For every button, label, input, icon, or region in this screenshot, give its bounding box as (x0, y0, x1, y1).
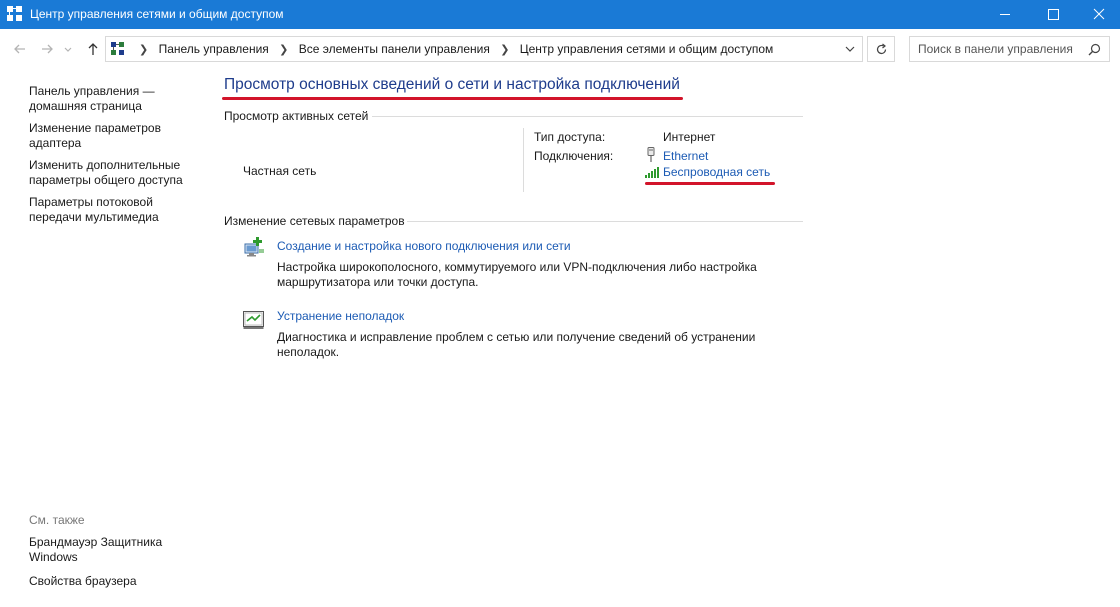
maximize-icon[interactable] (1030, 0, 1076, 29)
breadcrumb-separator-icon[interactable]: ❯ (279, 44, 288, 56)
breadcrumb-control-panel[interactable]: Панель управления (159, 42, 269, 56)
breadcrumb-network-center[interactable]: Центр управления сетями и общим доступом (520, 42, 774, 56)
troubleshoot-link[interactable]: Устранение неполадок (277, 309, 404, 323)
recent-chevron-down-icon[interactable] (62, 39, 74, 59)
search-icon[interactable] (1088, 43, 1101, 56)
sidebar-item-home[interactable]: Панель управления — домашняя страница (29, 84, 199, 114)
left-nav: Панель управления — домашняя страница Из… (29, 84, 199, 232)
vertical-divider (523, 128, 524, 192)
control-panel-icon (111, 42, 124, 55)
connections-label: Подключения: (534, 149, 614, 163)
title-bar: Центр управления сетями и общим доступом (0, 0, 1120, 29)
page-title: Просмотр основных сведений о сети и наст… (224, 76, 680, 93)
wireless-network-link[interactable]: Беспроводная сеть (663, 165, 770, 179)
active-networks-header: Просмотр активных сетей (224, 109, 369, 123)
forward-arrow-icon[interactable] (37, 39, 57, 59)
highlight-underline (222, 97, 683, 100)
chevron-down-icon[interactable] (844, 43, 856, 55)
new-connection-link[interactable]: Создание и настройка нового подключения … (277, 239, 571, 253)
access-type-label: Тип доступа: (534, 130, 606, 144)
minimize-icon[interactable] (982, 0, 1028, 29)
breadcrumb: ❯ Панель управления ❯ Все элементы панел… (132, 42, 773, 56)
highlight-underline (645, 182, 775, 185)
ethernet-icon (647, 147, 655, 162)
address-bar[interactable]: ❯ Панель управления ❯ Все элементы панел… (105, 36, 863, 62)
address-toolbar: ❯ Панель управления ❯ Все элементы панел… (0, 29, 1120, 71)
ethernet-link[interactable]: Ethernet (663, 149, 708, 163)
see-also-browser-properties[interactable]: Свойства браузера (29, 574, 199, 589)
refresh-icon (876, 43, 887, 55)
troubleshoot-icon (243, 311, 264, 329)
see-also-header: См. также (29, 513, 85, 527)
access-type-value: Интернет (663, 130, 716, 144)
sidebar-item-adapter-settings[interactable]: Изменение параметров адаптера (29, 121, 199, 151)
breadcrumb-separator-icon: ❯ (139, 44, 149, 56)
close-icon[interactable] (1076, 0, 1120, 29)
breadcrumb-separator-icon[interactable]: ❯ (500, 44, 509, 56)
refresh-button[interactable] (867, 36, 895, 62)
troubleshoot-description: Диагностика и исправление проблем с сеть… (277, 330, 756, 359)
back-arrow-icon[interactable] (10, 39, 30, 59)
sidebar-item-sharing-settings[interactable]: Изменить дополнительные параметры общего… (29, 158, 199, 188)
wifi-signal-icon (645, 167, 659, 178)
up-arrow-icon[interactable] (83, 39, 103, 59)
section-divider (372, 116, 803, 117)
see-also-firewall[interactable]: Брандмауэр Защитника Windows (29, 535, 199, 565)
new-connection-icon (244, 237, 264, 257)
see-also: См. также Брандмауэр Защитника Windows С… (29, 513, 199, 598)
network-center-icon (7, 6, 22, 21)
network-name: Частная сеть (243, 164, 317, 178)
search-input[interactable] (918, 41, 1078, 57)
change-settings-header: Изменение сетевых параметров (224, 214, 405, 228)
sidebar-item-media-streaming[interactable]: Параметры потоковой передачи мультимедиа (29, 195, 199, 225)
window-title: Центр управления сетями и общим доступом (30, 7, 284, 21)
section-divider (407, 221, 803, 222)
breadcrumb-all-items[interactable]: Все элементы панели управления (299, 42, 490, 56)
search-box[interactable] (909, 36, 1110, 62)
new-connection-description: Настройка широкополосного, коммутируемог… (277, 260, 757, 289)
